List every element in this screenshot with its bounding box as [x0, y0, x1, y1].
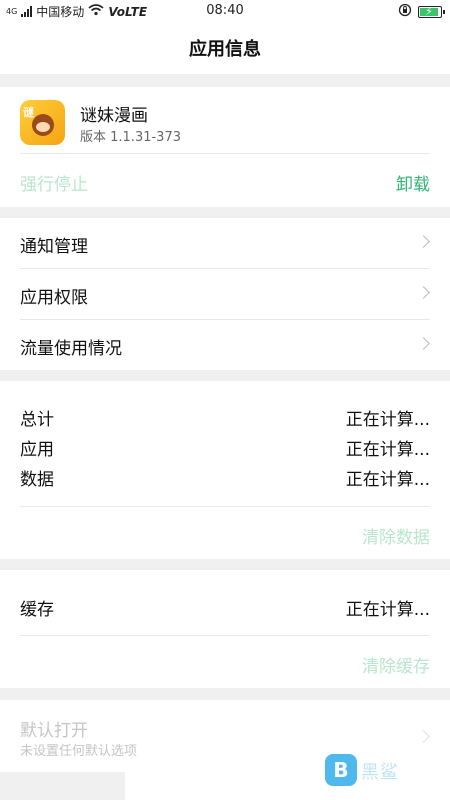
status-bar: 4G 中国移动 VoLTE 08:40 ⚡	[0, 0, 450, 22]
watermark-text: 黑鲨	[361, 762, 399, 783]
cache-label: 缓存	[20, 600, 54, 620]
menu-item-label: 流量使用情况	[20, 339, 122, 359]
divider	[20, 635, 430, 636]
menu-item-notifications[interactable]: 通知管理	[0, 218, 450, 269]
chevron-right-icon	[417, 286, 430, 299]
cache-value: 正在计算...	[345, 600, 430, 620]
battery-icon: ⚡	[418, 5, 445, 18]
divider	[20, 506, 430, 507]
storage-app-value: 正在计算...	[345, 440, 430, 460]
cache-section: 缓存 正在计算... 清除缓存	[0, 570, 450, 688]
app-name: 谜妹漫画	[80, 106, 148, 126]
watermark-icon: B	[325, 754, 357, 786]
storage-total-label: 总计	[20, 410, 54, 430]
storage-total-value: 正在计算...	[345, 410, 430, 430]
app-icon-tag: 谜	[23, 106, 34, 119]
watermark-logo: B 黑鲨	[325, 754, 445, 788]
storage-data-value: 正在计算...	[345, 470, 430, 490]
clear-data-button[interactable]: 清除数据	[362, 523, 430, 548]
menu-section: 通知管理 应用权限 流量使用情况	[0, 218, 450, 370]
status-time: 08:40	[206, 3, 244, 18]
status-right: ⚡	[398, 3, 445, 20]
storage-section: 总计 正在计算... 应用 正在计算... 数据 正在计算... 清除数据	[0, 381, 450, 559]
mascot-icon	[32, 114, 54, 136]
uninstall-button[interactable]: 卸载	[396, 170, 430, 195]
default-open-subtitle: 未设置任何默认选项	[20, 744, 138, 759]
menu-item-label: 应用权限	[20, 288, 88, 308]
app-icon: 谜	[20, 100, 65, 145]
bottom-gray-strip	[0, 772, 125, 800]
menu-item-permissions[interactable]: 应用权限	[0, 269, 450, 320]
storage-data-label: 数据	[20, 470, 54, 490]
rotation-lock-icon	[398, 3, 412, 20]
menu-item-data-usage[interactable]: 流量使用情况	[0, 320, 450, 371]
divider	[20, 153, 430, 154]
chevron-right-icon	[417, 235, 430, 248]
clear-cache-button[interactable]: 清除缓存	[362, 652, 430, 677]
app-version: 版本 1.1.31-373	[80, 130, 181, 145]
menu-item-label: 通知管理	[20, 237, 88, 257]
chevron-right-icon	[417, 337, 430, 350]
force-stop-button[interactable]: 强行停止	[20, 170, 88, 195]
nav-bar: 应用信息	[0, 22, 450, 74]
storage-app-label: 应用	[20, 440, 54, 460]
page-title: 应用信息	[189, 39, 261, 60]
default-open-title[interactable]: 默认打开	[20, 716, 88, 741]
